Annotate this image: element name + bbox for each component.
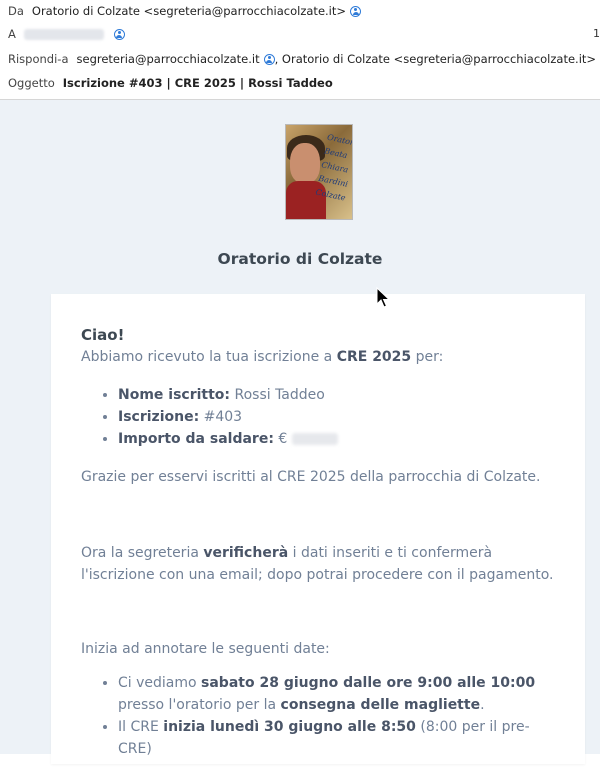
registration-details: Nome iscritto: Rossi Taddeo Iscrizione: … <box>81 384 561 450</box>
replyto-row: Rispondi-a segreteria@parrocchiacolzate.… <box>8 52 600 66</box>
replyto-value[interactable]: segreteria@parrocchiacolzate.it <box>77 52 260 66</box>
intro-text: Abbiamo ricevuto la tua iscrizione a CRE… <box>81 349 444 365</box>
list-item: Importo da saldare: € <box>118 428 561 450</box>
dates-list: Ci vediamo sabato 28 giugno dalle ore 9:… <box>81 672 561 760</box>
header-counter: 1 <box>593 27 600 40</box>
to-row: A <box>8 27 125 41</box>
redacted-amount <box>291 433 338 445</box>
oratorio-logo: Oratorio Beata Chiara Bardini Colzate <box>285 124 353 220</box>
list-item: Il CRE inizia lunedì 30 giugno alle 8:50… <box>118 716 561 760</box>
thanks-text: Grazie per esservi iscritti al CRE 2025 … <box>81 469 541 485</box>
verify-text: Ora la segreteria verificherà i dati ins… <box>81 545 554 583</box>
redacted-recipient[interactable] <box>23 28 104 40</box>
subject-value: Iscrizione #403 | CRE 2025 | Rossi Tadde… <box>62 76 333 90</box>
subject-label: Oggetto <box>8 76 55 90</box>
contact-icon[interactable] <box>113 28 125 40</box>
from-value[interactable]: Oratorio di Colzate <segreteria@parrocch… <box>32 4 346 18</box>
dates-intro: Inizia ad annotare le seguenti date: <box>81 641 330 657</box>
to-label: A <box>8 27 16 41</box>
from-label: Da <box>8 4 24 18</box>
email-header: Da Oratorio di Colzate <segreteria@parro… <box>0 0 600 100</box>
greeting: Ciao! <box>81 326 125 344</box>
list-item: Ci vediamo sabato 28 giugno dalle ore 9:… <box>118 672 561 716</box>
list-item: Nome iscritto: Rossi Taddeo <box>118 384 561 406</box>
mouse-cursor <box>376 287 390 308</box>
contact-icon[interactable] <box>263 53 275 65</box>
brand-title: Oratorio di Colzate <box>217 250 383 268</box>
subject-row: Oggetto Iscrizione #403 | CRE 2025 | Ros… <box>8 76 333 90</box>
replyto-value-2[interactable]: , Oratorio di Colzate <segreteria@parroc… <box>275 52 596 66</box>
from-row: Da Oratorio di Colzate <segreteria@parro… <box>8 4 362 18</box>
contact-icon[interactable] <box>350 5 362 17</box>
replyto-label: Rispondi-a <box>8 52 69 66</box>
email-body: Oratorio Beata Chiara Bardini Colzate Orator… <box>0 100 600 764</box>
list-item: Iscrizione: #403 <box>118 406 561 428</box>
message-card: Ciao! Abbiamo ricevuto la tua iscrizione… <box>51 294 585 764</box>
